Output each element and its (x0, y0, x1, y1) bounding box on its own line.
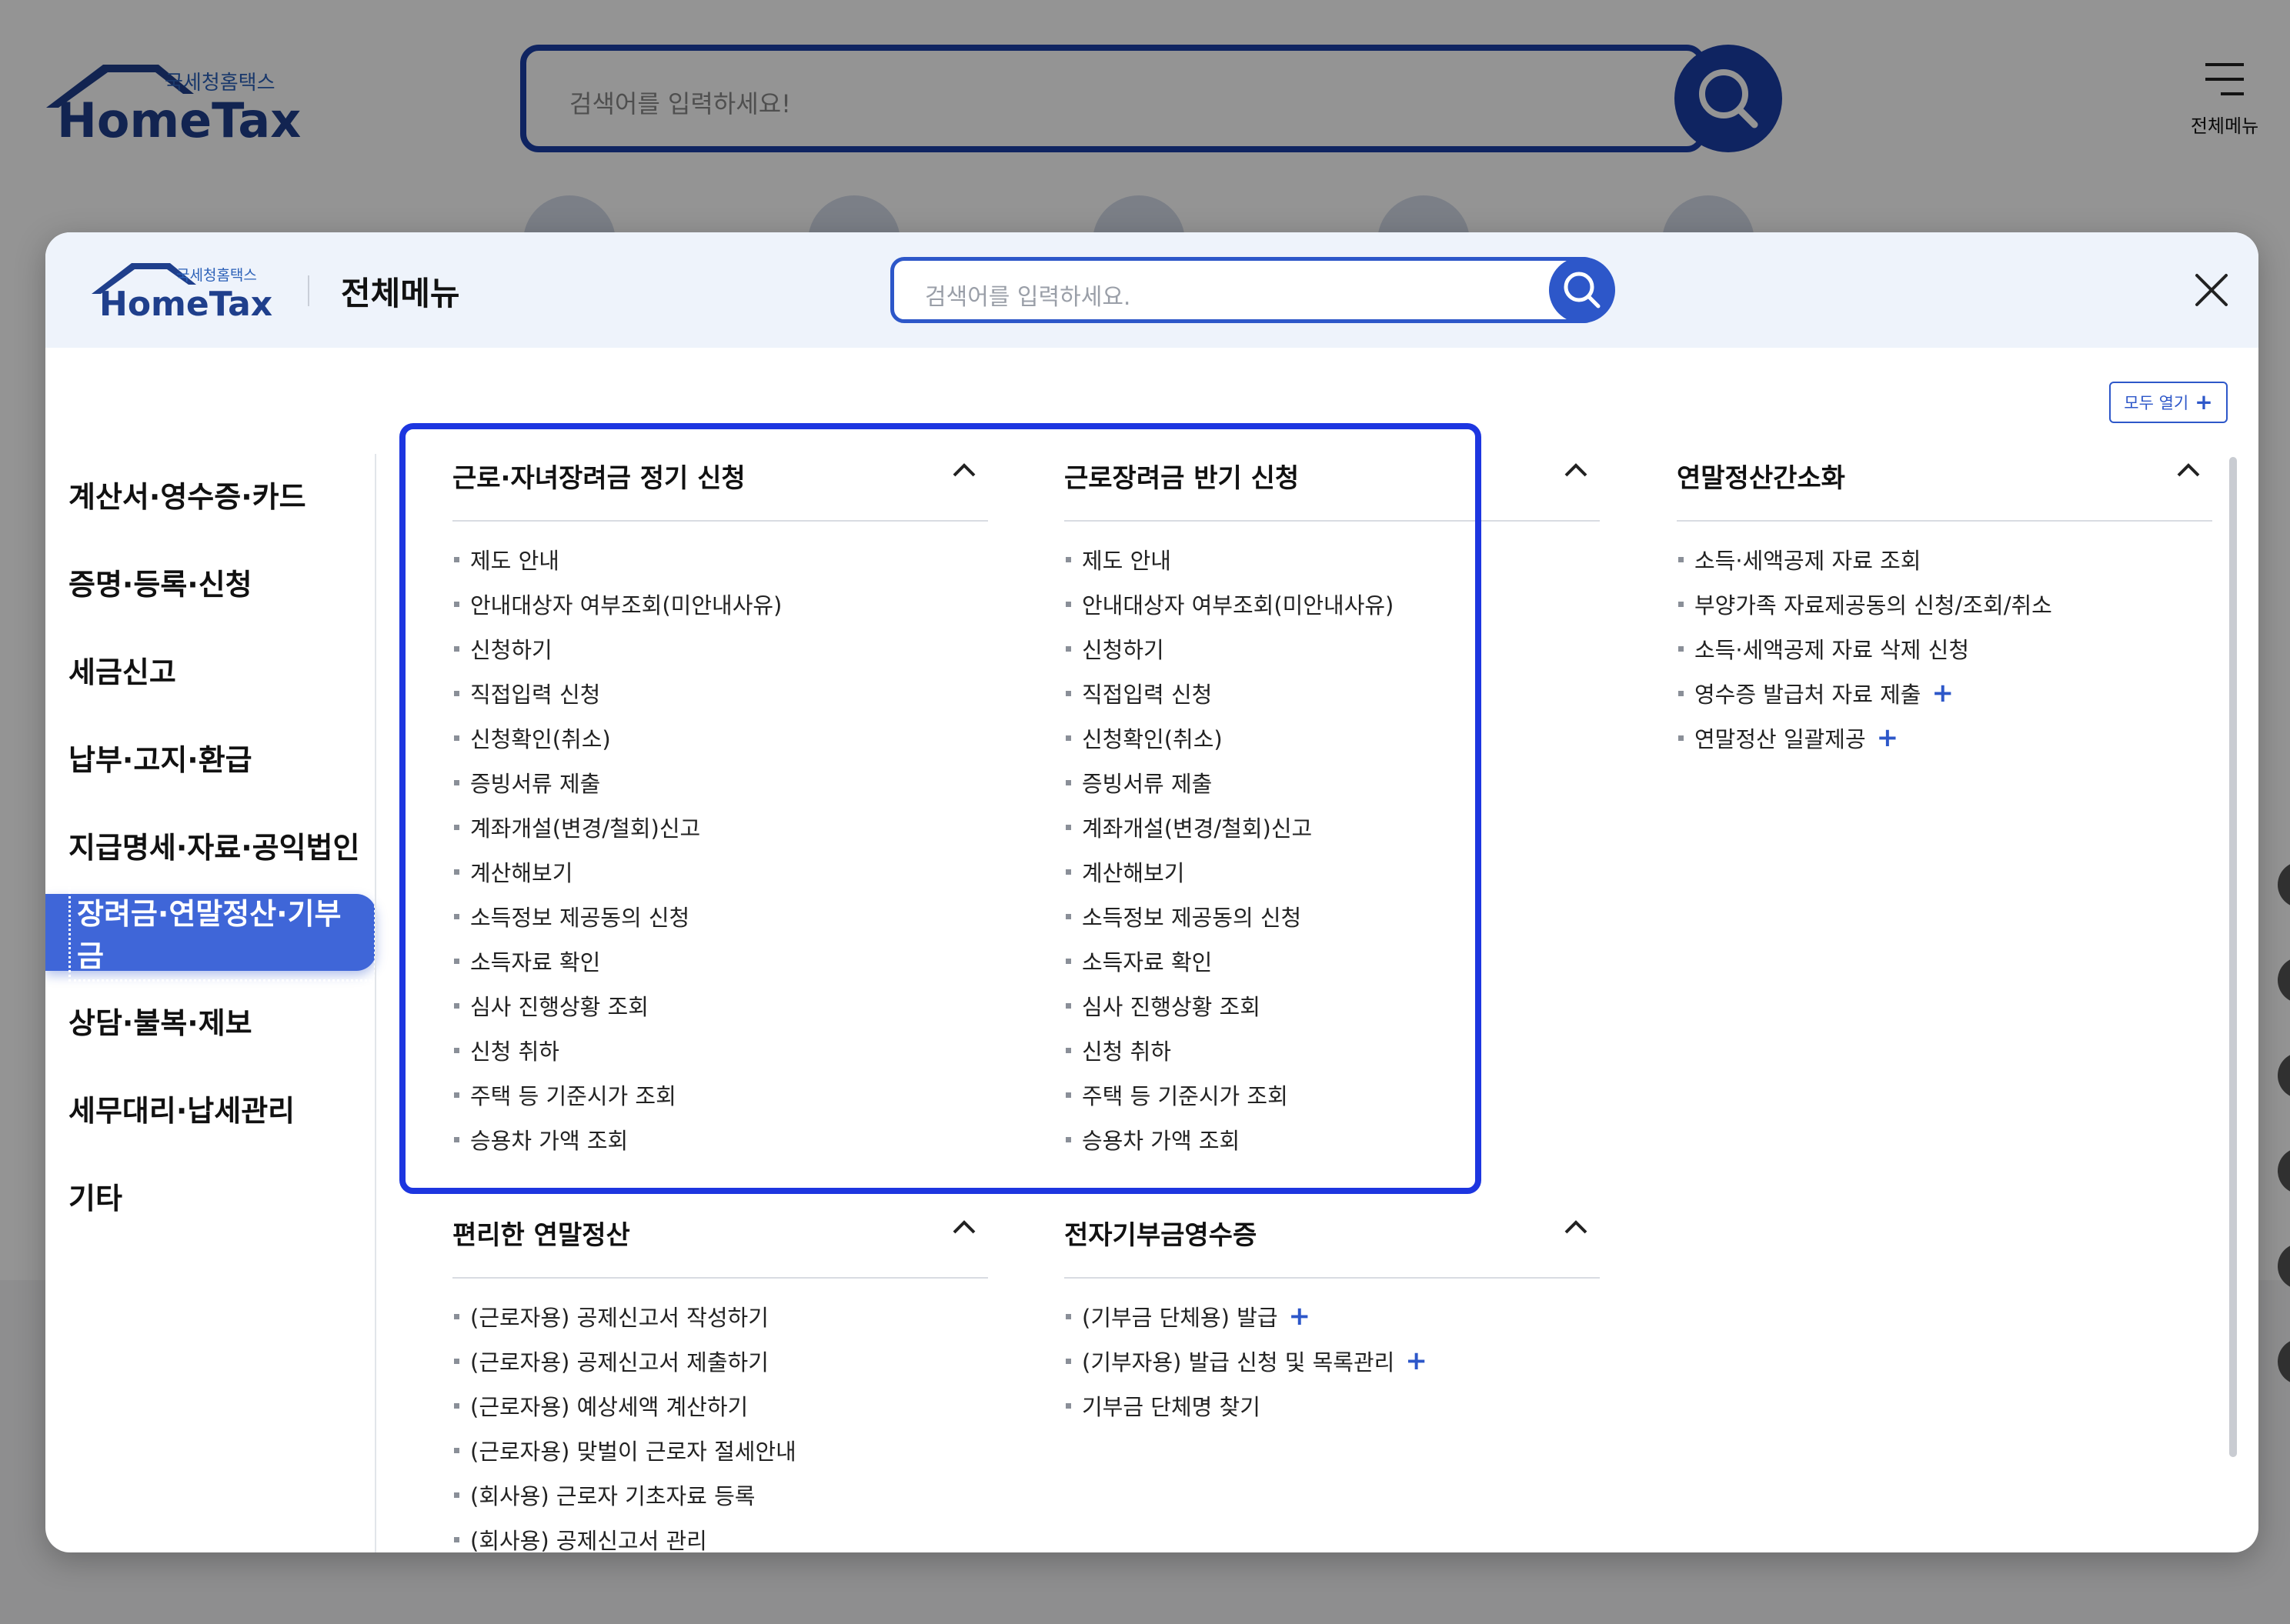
bullet-icon (1678, 556, 1684, 562)
menu-item-label: (회사용) 공제신고서 관리 (470, 1528, 707, 1552)
sidebar-item-label: 지급명세·자료·공익법인 (68, 830, 360, 865)
menu-item[interactable]: 연말정산 일괄제공 + (1677, 715, 2052, 760)
sidebar-item-label: 납부·고지·환급 (68, 742, 252, 777)
sidebar-item-payment-statements[interactable]: 지급명세·자료·공익법인 (45, 806, 376, 883)
sidebar-item-label: 상담·불복·제보 (68, 1005, 252, 1040)
svg-text:HomeTax: HomeTax (99, 285, 272, 322)
menu-item[interactable]: (기부금 단체용) 발급 + (1064, 1294, 1427, 1339)
sidebar-item-label: 세무대리·납세관리 (68, 1093, 295, 1128)
menu-item-label: (기부금 단체용) 발급 (1082, 1305, 1278, 1331)
full-menu-modal: 국세청홈택스 HomeTax 전체메뉴 검색어를 입력하세요. 모두 열기 + … (45, 232, 2258, 1552)
sidebar-item-payment[interactable]: 납부·고지·환급 (45, 719, 376, 795)
menu-item[interactable]: (기부자용) 발급 신청 및 목록관리 + (1064, 1339, 1427, 1383)
chevron-up-icon[interactable] (1563, 462, 1589, 479)
menu-item[interactable]: (회사용) 공제신고서 관리 (452, 1517, 796, 1552)
bullet-icon (1066, 1358, 1071, 1364)
menu-item-label: (근로자용) 맞벌이 근로자 절세안내 (470, 1439, 796, 1465)
sidebar-item-incentives-active[interactable]: 장려금·연말정산·기부금 (45, 883, 376, 982)
expand-plus-icon[interactable]: + (1877, 725, 1899, 751)
svg-text:국세청홈택스: 국세청홈택스 (176, 267, 257, 284)
menu-item[interactable]: 기부금 단체명 찾기 (1064, 1383, 1427, 1428)
chevron-up-icon[interactable] (1563, 1219, 1589, 1236)
menu-item[interactable]: (근로자용) 공제신고서 제출하기 (452, 1339, 796, 1383)
bullet-icon (1678, 601, 1684, 607)
menu-item-label: (근로자용) 예상세액 계산하기 (470, 1394, 749, 1420)
menu-item[interactable]: (회사용) 근로자 기초자료 등록 (452, 1472, 796, 1517)
section-header[interactable]: 연말정산간소화 (1677, 440, 2212, 522)
sidebar-item-invoices[interactable]: 계산서·영수증·카드 (45, 455, 376, 532)
bullet-icon (1678, 645, 1684, 652)
sidebar-item-other[interactable]: 기타 (45, 1157, 376, 1234)
bullet-icon (1066, 1402, 1071, 1409)
sidebar-item-label: 기타 (68, 1181, 122, 1215)
section-title: 편리한 연말정산 (452, 1220, 630, 1251)
bullet-icon (1678, 735, 1684, 741)
menu-item-label: 소득·세액공제 자료 조회 (1694, 548, 1921, 574)
header-divider (308, 275, 309, 306)
section-header[interactable]: 편리한 연말정산 (452, 1197, 988, 1279)
menu-item[interactable]: 부양가족 자료제공동의 신청/조회/취소 (1677, 582, 2052, 626)
chevron-up-icon[interactable] (951, 1219, 977, 1236)
menu-item[interactable]: 소득·세액공제 자료 삭제 신청 (1677, 626, 2052, 671)
menu-item[interactable]: 영수증 발급처 자료 제출 + (1677, 671, 2052, 715)
highlight-box (399, 423, 1481, 1194)
menu-item-label: 연말정산 일괄제공 (1694, 726, 1866, 752)
modal-header: 국세청홈택스 HomeTax 전체메뉴 검색어를 입력하세요. (45, 232, 2258, 348)
bullet-icon (454, 1492, 459, 1498)
sidebar-item-label: 증명·등록·신청 (68, 567, 252, 602)
sidebar-item-label: 장려금·연말정산·기부금 (68, 883, 376, 982)
bullet-icon (454, 1536, 459, 1542)
expand-plus-icon[interactable]: + (1931, 680, 1954, 706)
section-title: 전자기부금영수증 (1064, 1220, 1257, 1251)
section-title: 연말정산간소화 (1677, 463, 1845, 494)
menu-item-label: (기부자용) 발급 신청 및 목록관리 (1082, 1349, 1395, 1376)
modal-search-input[interactable]: 검색어를 입력하세요. (890, 257, 1598, 323)
menu-item-label: 부양가족 자료제공동의 신청/조회/취소 (1694, 592, 2052, 619)
scrollbar-thumb[interactable] (2229, 457, 2237, 1457)
menu-item[interactable]: (근로자용) 예상세액 계산하기 (452, 1383, 796, 1428)
menu-item-label: 기부금 단체명 찾기 (1082, 1394, 1260, 1420)
menu-item[interactable]: (근로자용) 맞벌이 근로자 절세안내 (452, 1428, 796, 1472)
expand-plus-icon[interactable]: + (1289, 1303, 1311, 1329)
menu-item-label: 영수증 발급처 자료 제출 (1694, 682, 1921, 708)
modal-title: 전체메뉴 (341, 275, 460, 312)
sidebar-item-consultation[interactable]: 상담·불복·제보 (45, 982, 376, 1059)
section-header[interactable]: 전자기부금영수증 (1064, 1197, 1600, 1279)
menu-item[interactable]: 소득·세액공제 자료 조회 (1677, 537, 2052, 582)
close-icon[interactable] (2191, 269, 2232, 311)
section-menu-list: 소득·세액공제 자료 조회 부양가족 자료제공동의 신청/조회/취소 소득·세액… (1677, 537, 2052, 760)
bullet-icon (454, 1447, 459, 1453)
sidebar-item-label: 세금신고 (68, 655, 176, 689)
search-icon (1564, 272, 1601, 308)
sidebar-item-tax-filing[interactable]: 세금신고 (45, 631, 376, 708)
section-menu-list: (기부금 단체용) 발급 + (기부자용) 발급 신청 및 목록관리 + 기부금 단… (1064, 1294, 1427, 1428)
modal-search-placeholder: 검색어를 입력하세요. (925, 284, 1131, 311)
bullet-icon (454, 1402, 459, 1409)
bullet-icon (454, 1358, 459, 1364)
bullet-icon (454, 1313, 459, 1319)
menu-item[interactable]: (근로자용) 공제신고서 작성하기 (452, 1294, 796, 1339)
menu-item-label: (근로자용) 공제신고서 제출하기 (470, 1349, 769, 1376)
hometax-logo[interactable]: 국세청홈택스 HomeTax (90, 260, 275, 322)
menu-item-label: (근로자용) 공제신고서 작성하기 (470, 1305, 769, 1331)
section-menu-list: (근로자용) 공제신고서 작성하기 (근로자용) 공제신고서 제출하기 (근로자… (452, 1294, 796, 1552)
sidebar-item-certificates[interactable]: 증명·등록·신청 (45, 543, 376, 620)
expand-plus-icon[interactable]: + (1405, 1348, 1427, 1374)
bullet-icon (1066, 1313, 1071, 1319)
plus-icon: + (2195, 389, 2213, 415)
expand-all-button[interactable]: 모두 열기 + (2109, 382, 2228, 423)
modal-search-button[interactable] (1549, 257, 1615, 323)
sidebar-divider (375, 454, 376, 1552)
menu-item-label: 소득·세액공제 자료 삭제 신청 (1694, 637, 1970, 663)
bullet-icon (1678, 690, 1684, 696)
menu-item-label: (회사용) 근로자 기초자료 등록 (470, 1483, 756, 1509)
chevron-up-icon[interactable] (2175, 462, 2202, 479)
sidebar-item-label: 계산서·영수증·카드 (68, 479, 306, 514)
sidebar-item-tax-agent[interactable]: 세무대리·납세관리 (45, 1069, 376, 1146)
expand-all-label: 모두 열기 (2124, 394, 2189, 412)
